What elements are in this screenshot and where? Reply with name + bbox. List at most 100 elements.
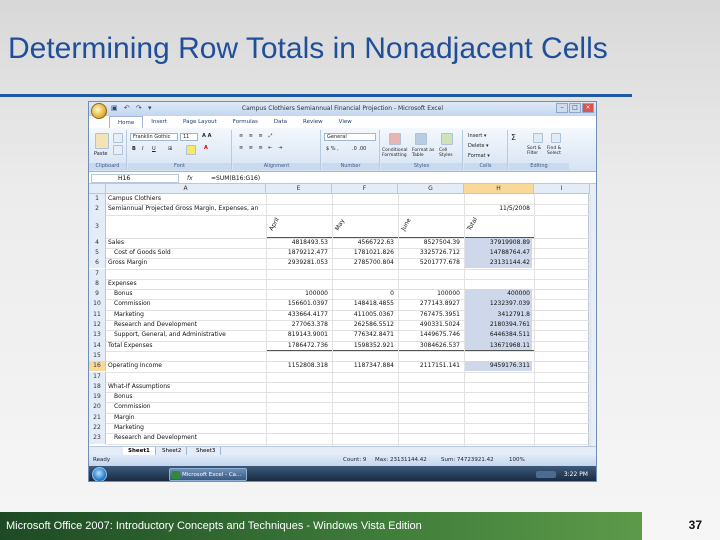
minimize-icon[interactable]: – <box>556 103 568 113</box>
cell-a15[interactable] <box>108 351 264 361</box>
cell-h13[interactable]: 6446384.511 <box>464 330 532 341</box>
worksheet-grid[interactable]: A E F G H I 1 Campus Clothiers 2 Semiannual Proje… <box>89 184 596 446</box>
cell-a1[interactable]: Campus Clothiers <box>108 194 264 204</box>
cell-e4[interactable]: 4818493.53 <box>266 238 330 248</box>
cell-a6[interactable]: Gross Margin <box>108 258 264 268</box>
cell-h8[interactable] <box>464 279 532 289</box>
cell-g15[interactable] <box>398 351 462 361</box>
cell-f13[interactable]: 776342.8471 <box>332 330 396 340</box>
cell-a13[interactable]: Support, General, and Administrative <box>114 330 264 340</box>
cell-a8[interactable]: Expenses <box>108 279 264 289</box>
cell-a16[interactable]: Operating Income <box>108 361 264 371</box>
cell-g16[interactable]: 2117151.141 <box>398 361 462 371</box>
column-header-a[interactable]: A <box>106 184 266 194</box>
cell-h23[interactable] <box>464 433 532 443</box>
name-box[interactable]: H16 <box>91 174 179 183</box>
cell-h17[interactable] <box>464 372 532 382</box>
cell-h20[interactable] <box>464 402 532 412</box>
copy-icon[interactable] <box>113 145 123 155</box>
system-tray[interactable] <box>536 471 556 478</box>
maximize-icon[interactable]: □ <box>569 103 581 113</box>
cell-e12[interactable]: 277063.378 <box>266 320 330 330</box>
cell-e18[interactable] <box>266 382 330 392</box>
cell-a11[interactable]: Marketing <box>114 310 264 320</box>
cell-a23[interactable]: Research and Development <box>114 433 264 443</box>
row-header-23[interactable]: 23 <box>89 433 106 444</box>
cell-f4[interactable]: 4566722.63 <box>332 238 396 248</box>
select-all-corner[interactable] <box>89 184 106 194</box>
row-header-6[interactable]: 6 <box>89 258 106 269</box>
cell-h22[interactable] <box>464 423 532 433</box>
cell-f7[interactable] <box>332 269 396 279</box>
cell-f8[interactable] <box>332 279 396 289</box>
insert-cells-button[interactable]: Insert ▾ <box>468 133 486 139</box>
cell-g8[interactable] <box>398 279 462 289</box>
cell-e8[interactable] <box>266 279 330 289</box>
cell-g5[interactable]: 3325726.712 <box>398 248 462 258</box>
cell-h5[interactable]: 14788764.47 <box>464 247 532 259</box>
cell-e17[interactable] <box>266 372 330 382</box>
fill-color-icon[interactable] <box>186 145 196 155</box>
cell-f5[interactable]: 1781021.826 <box>332 248 396 258</box>
cell-f23[interactable] <box>332 433 396 443</box>
taskbar-excel-button[interactable]: Microsoft Excel - Ca... <box>169 468 247 481</box>
cell-h6[interactable]: 23131144.42 <box>464 258 532 269</box>
cell-a4[interactable]: Sales <box>108 238 264 248</box>
cell-a18[interactable]: What-If Assumptions <box>108 382 264 392</box>
cell-h10[interactable]: 1232397.039 <box>464 299 532 310</box>
conditional-formatting-icon[interactable] <box>389 133 401 145</box>
cell-h12[interactable]: 2180394.761 <box>464 320 532 331</box>
row-header-18[interactable]: 18 <box>89 381 106 393</box>
tab-formulas[interactable]: Formulas <box>225 116 266 128</box>
cell-f18[interactable] <box>332 382 396 392</box>
font-grow-icon[interactable]: A A <box>202 133 211 139</box>
cell-e11[interactable]: 433664.4177 <box>266 310 330 320</box>
cell-g7[interactable] <box>398 269 462 279</box>
cell-e20[interactable] <box>266 402 330 412</box>
cell-g9[interactable]: 100000 <box>398 289 462 299</box>
format-cells-button[interactable]: Format ▾ <box>468 153 490 159</box>
cell-f21[interactable] <box>332 413 396 423</box>
cell-f15[interactable] <box>332 351 396 361</box>
tab-page-layout[interactable]: Page Layout <box>175 116 225 128</box>
decimal-icon[interactable]: .0 .00 <box>352 146 366 152</box>
row-header-8[interactable]: 8 <box>89 278 106 290</box>
font-size-select[interactable]: 11 <box>180 133 198 141</box>
row-header-12[interactable]: 12 <box>89 320 106 331</box>
row-header-17[interactable]: 17 <box>89 371 106 382</box>
cell-g10[interactable]: 277143.8927 <box>398 299 462 309</box>
row-header-11[interactable]: 11 <box>89 309 106 320</box>
cell-e19[interactable] <box>266 392 330 402</box>
cell-f11[interactable]: 411005.0367 <box>332 310 396 320</box>
cell-h18[interactable] <box>464 382 532 392</box>
cell-e10[interactable]: 156601.0397 <box>266 299 330 309</box>
cell-e23[interactable] <box>266 433 330 443</box>
cell-e13[interactable]: 819143.9001 <box>266 330 330 340</box>
cell-f10[interactable]: 148418.4855 <box>332 299 396 309</box>
cell-h19[interactable] <box>464 392 532 402</box>
cell-g21[interactable] <box>398 413 462 423</box>
cell-g2[interactable] <box>398 204 462 214</box>
tab-review[interactable]: Review <box>295 116 331 128</box>
tab-home[interactable]: Home <box>109 116 144 128</box>
column-header-f[interactable]: F <box>332 184 398 194</box>
cell-h1[interactable] <box>464 194 532 204</box>
cell-e15[interactable] <box>266 351 330 361</box>
row-header-19[interactable]: 19 <box>89 392 106 403</box>
row-header-9[interactable]: 9 <box>89 289 106 300</box>
cell-f19[interactable] <box>332 392 396 402</box>
cell-a5[interactable]: Cost of Goods Sold <box>114 248 264 258</box>
cell-a10[interactable]: Commission <box>114 299 264 309</box>
font-name-select[interactable]: Franklin Gothic <box>130 133 178 141</box>
row-header-4[interactable]: 4 <box>89 237 106 248</box>
cell-f12[interactable]: 262586.5512 <box>332 320 396 330</box>
formula-input[interactable]: =SUM(B16:G16) <box>211 173 260 184</box>
underline-icon[interactable]: U <box>152 146 156 152</box>
cell-a19[interactable]: Bonus <box>114 392 264 402</box>
autosum-icon[interactable]: Σ <box>511 133 516 142</box>
cell-e16[interactable]: 1152808.318 <box>266 361 330 371</box>
cell-a17[interactable] <box>108 372 264 382</box>
cell-g23[interactable] <box>398 433 462 443</box>
cell-e22[interactable] <box>266 423 330 433</box>
cell-e1[interactable] <box>266 194 330 204</box>
